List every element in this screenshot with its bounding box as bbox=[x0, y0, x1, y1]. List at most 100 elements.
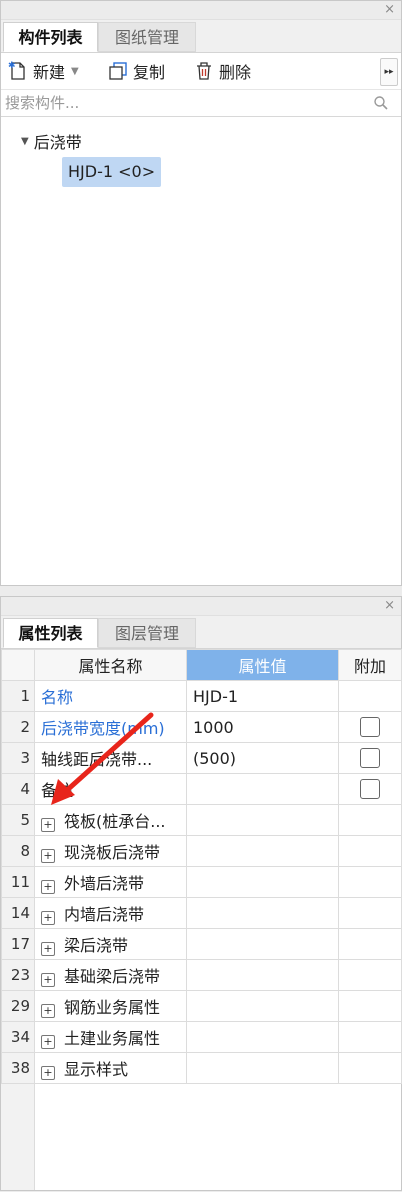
component-toolbar: ✱ 新建 ▼ 复制 删除 ▸▸ bbox=[1, 53, 401, 90]
copy-button-label: 复制 bbox=[133, 63, 166, 82]
new-button[interactable]: ✱ 新建 ▼ bbox=[7, 53, 79, 89]
property-value-cell[interactable]: 1000 bbox=[186, 711, 339, 743]
property-name-label: 基础梁后浇带 bbox=[64, 967, 161, 986]
search-icon[interactable] bbox=[373, 95, 389, 111]
property-value-header[interactable]: 属性值 bbox=[186, 649, 339, 681]
property-name-cell[interactable]: + 钢筋业务属性 bbox=[34, 990, 187, 1022]
property-value-cell[interactable] bbox=[186, 1021, 339, 1053]
property-table: 属性名称 属性值 附加 1 名称 HJD-1 2 后浇带宽度(mm) 1000 3 轴线距后浇… bbox=[1, 649, 402, 1084]
table-row[interactable]: 3 轴线距后浇带... (500) bbox=[1, 742, 402, 774]
property-name-cell[interactable]: 轴线距后浇带... bbox=[34, 742, 187, 774]
extra-checkbox[interactable] bbox=[360, 748, 380, 768]
tab-drawing-management[interactable]: 图纸管理 bbox=[98, 22, 196, 52]
delete-button[interactable]: 删除 bbox=[193, 53, 251, 89]
table-row[interactable]: 1 名称 HJD-1 bbox=[1, 680, 402, 712]
chevron-down-icon[interactable]: ▼ bbox=[71, 66, 79, 77]
extra-cell bbox=[338, 773, 402, 805]
property-value-cell[interactable] bbox=[186, 959, 339, 991]
property-name-cell[interactable]: + 筏板(桩承台... bbox=[34, 804, 187, 836]
extra-cell bbox=[338, 711, 402, 743]
property-name-label: 现浇板后浇带 bbox=[64, 843, 161, 862]
row-number: 34 bbox=[1, 1021, 35, 1053]
property-value-cell[interactable] bbox=[186, 1052, 339, 1084]
table-row[interactable]: 38 + 显示样式 bbox=[1, 1052, 402, 1084]
panel-titlebar: × bbox=[1, 1, 401, 20]
tab-component-list[interactable]: 构件列表 bbox=[3, 22, 98, 52]
table-row[interactable]: 14 + 内墙后浇带 bbox=[1, 897, 402, 929]
table-row[interactable]: 23 + 基础梁后浇带 bbox=[1, 959, 402, 991]
expand-plus-icon[interactable]: + bbox=[41, 973, 55, 987]
property-value-cell[interactable]: (500) bbox=[186, 742, 339, 774]
property-value-cell[interactable] bbox=[186, 897, 339, 929]
expand-plus-icon[interactable]: + bbox=[41, 1035, 55, 1049]
close-icon[interactable]: × bbox=[384, 1, 395, 19]
property-name-cell[interactable]: 名称 bbox=[34, 680, 187, 712]
extra-cell bbox=[338, 742, 402, 774]
property-value-cell[interactable] bbox=[186, 773, 339, 805]
table-row[interactable]: 8 + 现浇板后浇带 bbox=[1, 835, 402, 867]
property-value-cell[interactable] bbox=[186, 866, 339, 898]
property-name-cell[interactable]: + 外墙后浇带 bbox=[34, 866, 187, 898]
copy-icon bbox=[109, 62, 127, 80]
extra-cell bbox=[338, 835, 402, 867]
expand-plus-icon[interactable]: + bbox=[41, 818, 55, 832]
delete-button-label: 删除 bbox=[219, 63, 252, 82]
property-value-cell[interactable] bbox=[186, 835, 339, 867]
tree-item-hjd-1[interactable]: HJD-1 <0> bbox=[62, 157, 162, 187]
table-row[interactable]: 34 + 土建业务属性 bbox=[1, 1021, 402, 1053]
property-name-cell[interactable]: + 土建业务属性 bbox=[34, 1021, 187, 1053]
component-search bbox=[1, 90, 401, 117]
tab-bar: 构件列表 图纸管理 bbox=[1, 20, 401, 53]
more-tools-button[interactable]: ▸▸ bbox=[380, 58, 398, 86]
property-name-cell[interactable]: + 梁后浇带 bbox=[34, 928, 187, 960]
extra-cell bbox=[338, 928, 402, 960]
property-name-label: 备注 bbox=[41, 781, 74, 800]
property-value-cell[interactable] bbox=[186, 928, 339, 960]
property-name-label: 后浇带宽度(mm) bbox=[41, 719, 165, 738]
property-value-cell[interactable] bbox=[186, 990, 339, 1022]
row-number: 11 bbox=[1, 866, 35, 898]
expand-plus-icon[interactable]: + bbox=[41, 880, 55, 894]
property-name-label: 钢筋业务属性 bbox=[64, 998, 161, 1017]
property-name-cell[interactable]: 后浇带宽度(mm) bbox=[34, 711, 187, 743]
table-row[interactable]: 29 + 钢筋业务属性 bbox=[1, 990, 402, 1022]
property-name-cell[interactable]: + 内墙后浇带 bbox=[34, 897, 187, 929]
table-row[interactable]: 4 备注 bbox=[1, 773, 402, 805]
table-row[interactable]: 5 + 筏板(桩承台... bbox=[1, 804, 402, 836]
close-icon[interactable]: × bbox=[384, 597, 395, 615]
row-number-header bbox=[1, 649, 35, 681]
expand-plus-icon[interactable]: + bbox=[41, 1004, 55, 1018]
expand-plus-icon[interactable]: + bbox=[41, 911, 55, 925]
search-input[interactable] bbox=[5, 90, 365, 116]
row-number: 14 bbox=[1, 897, 35, 929]
tab-property-list[interactable]: 属性列表 bbox=[3, 618, 98, 648]
property-value-cell[interactable]: HJD-1 bbox=[186, 680, 339, 712]
table-row[interactable]: 17 + 梁后浇带 bbox=[1, 928, 402, 960]
expand-plus-icon[interactable]: + bbox=[41, 942, 55, 956]
extra-header[interactable]: 附加 bbox=[338, 649, 402, 681]
svg-text:✱: ✱ bbox=[8, 61, 16, 71]
property-name-cell[interactable]: 备注 bbox=[34, 773, 187, 805]
tab-bar: 属性列表 图层管理 bbox=[1, 616, 401, 649]
property-name-label: 筏板(桩承台... bbox=[64, 812, 166, 831]
copy-button[interactable]: 复制 bbox=[107, 53, 165, 89]
table-row[interactable]: 11 + 外墙后浇带 bbox=[1, 866, 402, 898]
table-row[interactable]: 2 后浇带宽度(mm) 1000 bbox=[1, 711, 402, 743]
property-name-cell[interactable]: + 显示样式 bbox=[34, 1052, 187, 1084]
row-number: 8 bbox=[1, 835, 35, 867]
tree-node-post-cast-strip[interactable]: ▼ 后浇带 bbox=[21, 129, 82, 153]
property-name-cell[interactable]: + 现浇板后浇带 bbox=[34, 835, 187, 867]
new-button-label: 新建 bbox=[33, 63, 66, 82]
row-number: 38 bbox=[1, 1052, 35, 1084]
tab-layer-management[interactable]: 图层管理 bbox=[98, 618, 196, 648]
property-name-label: 显示样式 bbox=[64, 1060, 129, 1079]
property-name-cell[interactable]: + 基础梁后浇带 bbox=[34, 959, 187, 991]
property-value-cell[interactable] bbox=[186, 804, 339, 836]
extra-checkbox[interactable] bbox=[360, 717, 380, 737]
expand-plus-icon[interactable]: + bbox=[41, 1066, 55, 1080]
property-name-header[interactable]: 属性名称 bbox=[34, 649, 187, 681]
extra-checkbox[interactable] bbox=[360, 779, 380, 799]
collapse-triangle-icon[interactable]: ▼ bbox=[21, 136, 29, 147]
expand-plus-icon[interactable]: + bbox=[41, 849, 55, 863]
extra-cell bbox=[338, 1052, 402, 1084]
